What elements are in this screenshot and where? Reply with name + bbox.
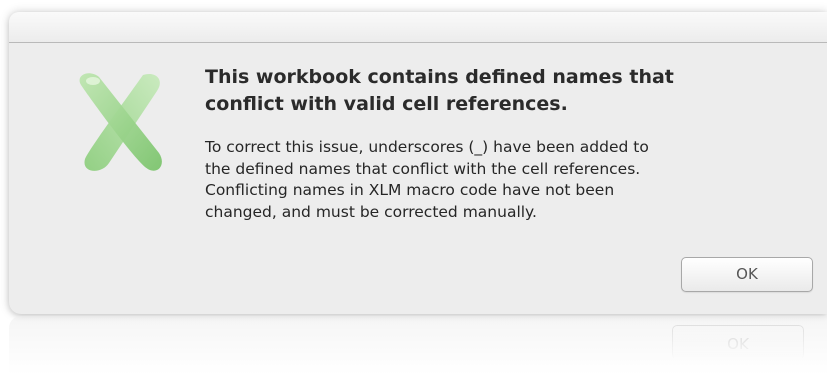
ok-button-reflection: OK bbox=[672, 325, 804, 360]
dialog-title-bar bbox=[9, 12, 827, 43]
screenshot-stage: This workbook contains defined names tha… bbox=[0, 0, 827, 375]
dialog-message: To correct this issue, underscores (_) h… bbox=[205, 138, 649, 221]
excel-x-icon bbox=[79, 73, 162, 171]
dialog-heading: This workbook contains defined names tha… bbox=[205, 66, 674, 115]
ok-button[interactable]: OK bbox=[681, 257, 813, 292]
alert-dialog: This workbook contains defined names tha… bbox=[9, 12, 827, 314]
